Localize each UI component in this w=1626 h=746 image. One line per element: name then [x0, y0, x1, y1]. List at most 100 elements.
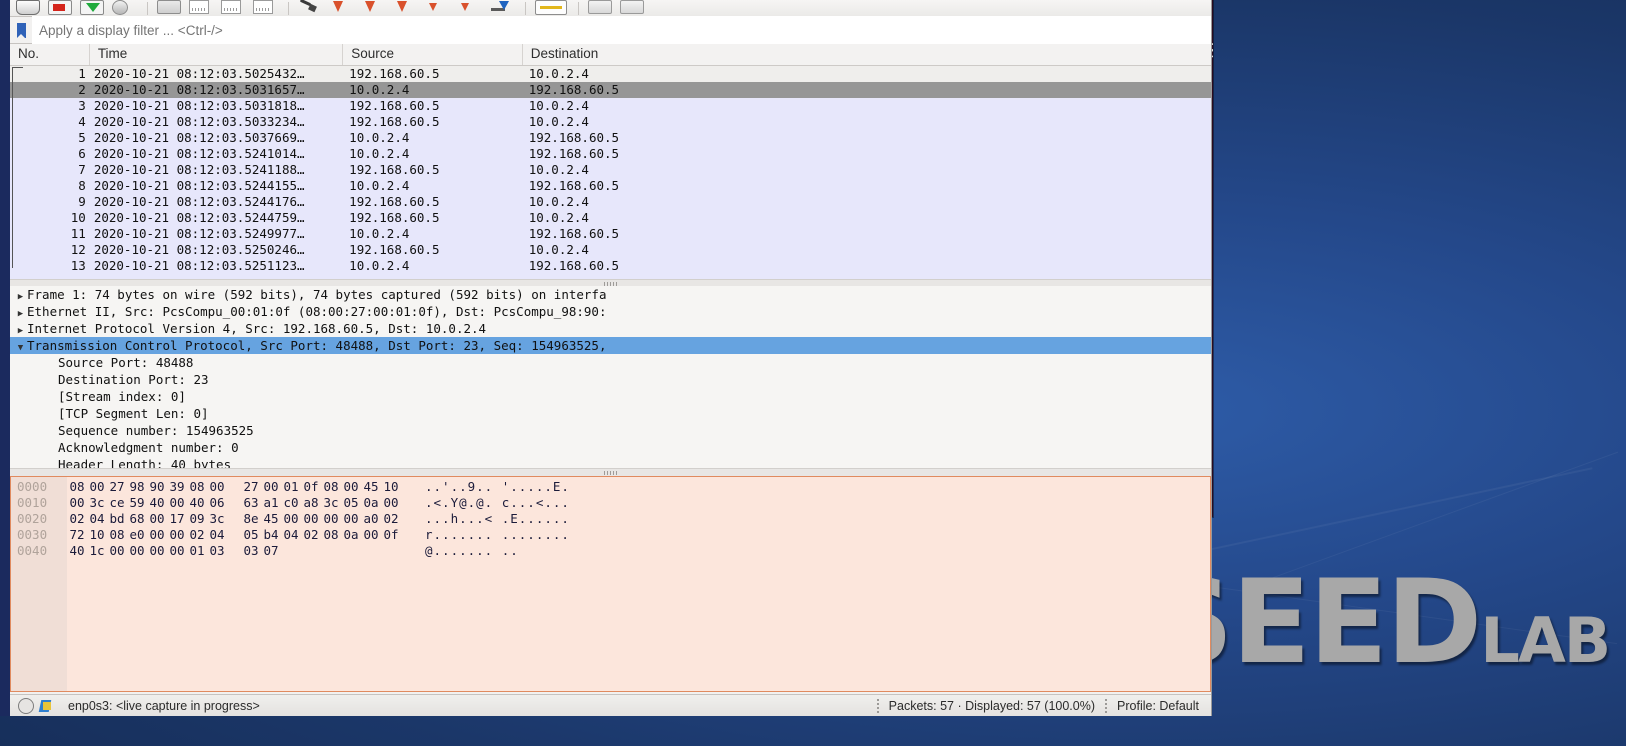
toolbar-separator	[288, 2, 289, 15]
packet-details-pane[interactable]: ▶ Frame 1: 74 bytes on wire (592 bits), 7…	[10, 286, 1211, 472]
expert-info-icon[interactable]	[18, 697, 34, 714]
packet-list-pane[interactable]: No. Time Source Destination 1 2020-10-21 …	[10, 44, 1211, 279]
stop-capture-icon[interactable]	[48, 0, 74, 15]
display-filter-input[interactable]	[32, 16, 1211, 44]
packet-detail-row[interactable]: Sequence number: 154963525	[10, 422, 1211, 439]
go-last-packet-icon[interactable]	[458, 0, 484, 15]
hex-byte: 01	[189, 543, 205, 558]
hex-byte: 08	[323, 527, 339, 542]
hex-byte: 00	[343, 479, 359, 494]
packet-row[interactable]: 8 2020-10-21 08:12:03.5244155… 10.0.2.4 192…	[10, 178, 1211, 194]
zoom-in-icon[interactable]	[588, 0, 614, 15]
hex-byte: 02	[383, 511, 399, 526]
colorize-icon[interactable]	[535, 0, 569, 15]
packet-no: 4	[78, 114, 86, 129]
status-separator	[1105, 698, 1108, 713]
wireshark-window[interactable]: No. Time Source Destination 1 2020-10-21 …	[0, 0, 1212, 716]
packet-row[interactable]: 4 2020-10-21 08:12:03.5033234… 192.168.60.…	[10, 114, 1211, 130]
packet-time: 2020-10-21 08:12:03.5250246…	[93, 242, 305, 257]
packet-row[interactable]: 3 2020-10-21 08:12:03.5031818… 192.168.60.…	[10, 98, 1211, 114]
hex-rows[interactable]: 0000 08 00 27 98 90 39 08 00 27 00 01 0f 08 00 45 10 ..'.…	[11, 477, 1210, 559]
packet-row[interactable]: 6 2020-10-21 08:12:03.5241014… 10.0.2.4 192…	[10, 146, 1211, 162]
detail-text: Destination Port: 23	[58, 372, 209, 387]
packet-list-header[interactable]: No. Time Source Destination	[10, 44, 1211, 66]
hex-row[interactable]: 0020 02 04 bd 68 00 17 09 3c 8e 45 00 00 00 00 a0 02 ...h…	[11, 511, 1210, 527]
status-separator	[876, 698, 879, 713]
packet-detail-row[interactable]: Destination Port: 23	[10, 371, 1211, 388]
find-packet-icon[interactable]	[298, 0, 324, 15]
restart-capture-icon[interactable]	[80, 0, 106, 15]
packet-destination: 10.0.2.4	[528, 210, 589, 225]
reload-file-icon[interactable]	[253, 0, 279, 15]
packet-detail-row[interactable]: Source Port: 48488	[10, 354, 1211, 371]
save-file-icon[interactable]	[189, 0, 215, 15]
packet-detail-row[interactable]: [Stream index: 0]	[10, 388, 1211, 405]
hex-byte: 8e	[243, 511, 259, 526]
packet-row[interactable]: 11 2020-10-21 08:12:03.5249977… 10.0.2.4 19…	[10, 226, 1211, 242]
packet-counts: Packets: 57 · Displayed: 57 (100.0%)	[888, 698, 1096, 713]
packet-detail-row[interactable]: ▶ Ethernet II, Src: PcsCompu_00:01:0f (08…	[10, 303, 1211, 320]
go-first-packet-icon[interactable]	[426, 0, 452, 15]
packet-no: 9	[78, 194, 86, 209]
hex-byte: 04	[209, 527, 225, 542]
hex-row[interactable]: 0000 08 00 27 98 90 39 08 00 27 00 01 0f 08 00 45 10 ..'.…	[11, 479, 1210, 495]
capture-file-properties-icon[interactable]	[40, 699, 54, 713]
column-header-no[interactable]: No.	[10, 44, 90, 65]
close-file-icon[interactable]	[221, 0, 247, 15]
packet-source: 192.168.60.5	[349, 114, 440, 129]
packet-row[interactable]: 13 2020-10-21 08:12:03.5251123… 10.0.2.4 19…	[10, 258, 1211, 274]
detail-text: Internet Protocol Version 4, Src: 192.16…	[27, 321, 487, 336]
packet-row[interactable]: 12 2020-10-21 08:12:03.5250246… 192.168.60…	[10, 242, 1211, 258]
hex-row[interactable]: 0030 72 10 08 e0 00 00 02 04 05 b4 04 02 08 0a 00 0f r...…	[11, 527, 1210, 543]
column-header-destination[interactable]: Destination	[523, 44, 1211, 65]
column-header-time[interactable]: Time	[90, 44, 344, 65]
packet-time: 2020-10-21 08:12:03.5244759…	[93, 210, 305, 225]
packet-time: 2020-10-21 08:12:03.5025432…	[93, 66, 305, 81]
detail-text: Acknowledgment number: 0	[58, 440, 239, 455]
packet-detail-row[interactable]: [TCP Segment Len: 0]	[10, 405, 1211, 422]
packet-detail-row[interactable]: ▼ Transmission Control Protocol, Src Port…	[10, 337, 1211, 354]
packet-row[interactable]: 10 2020-10-21 08:12:03.5244759… 192.168.60…	[10, 210, 1211, 226]
hex-byte: 00	[89, 479, 105, 494]
autoscroll-icon[interactable]	[490, 0, 516, 15]
hex-row[interactable]: 0040 40 1c 00 00 00 00 01 03 03 07 @....... ..	[11, 543, 1210, 559]
packet-destination: 10.0.2.4	[528, 162, 589, 177]
hex-byte: 00	[69, 495, 85, 510]
hex-byte: 17	[169, 511, 185, 526]
start-capture-icon[interactable]	[16, 0, 42, 15]
packet-bytes-pane[interactable]: 0000 08 00 27 98 90 39 08 00 27 00 01 0f 08 00 45 10 ..'.…	[10, 476, 1211, 692]
packet-no: 13	[70, 258, 86, 273]
packet-row[interactable]: 5 2020-10-21 08:12:03.5037669… 10.0.2.4 192…	[10, 130, 1211, 146]
hex-byte: 07	[263, 543, 279, 558]
zoom-out-icon[interactable]	[620, 0, 646, 15]
packet-row[interactable]: 9 2020-10-21 08:12:03.5244176… 192.168.60.…	[10, 194, 1211, 210]
detail-text: Sequence number: 154963525	[58, 423, 254, 438]
column-header-source[interactable]: Source	[343, 44, 523, 65]
packet-source: 10.0.2.4	[349, 82, 410, 97]
packet-row[interactable]: 7 2020-10-21 08:12:03.5241188… 192.168.60.…	[10, 162, 1211, 178]
packet-source: 192.168.60.5	[349, 210, 440, 225]
detail-text: Transmission Control Protocol, Src Port:…	[27, 338, 607, 353]
capture-options-icon[interactable]	[112, 0, 138, 15]
packet-row[interactable]: 2 2020-10-21 08:12:03.5031657… 10.0.2.4 192…	[10, 82, 1211, 98]
packet-detail-row[interactable]: ▶ Frame 1: 74 bytes on wire (592 bits), 7…	[10, 286, 1211, 303]
hex-byte: 00	[283, 511, 299, 526]
packet-row[interactable]: 1 2020-10-21 08:12:03.5025432… 192.168.60.…	[10, 66, 1211, 82]
packet-list-rows[interactable]: 1 2020-10-21 08:12:03.5025432… 192.168.60.…	[10, 66, 1211, 274]
packet-detail-row[interactable]: ▶ Internet Protocol Version 4, Src: 192.1…	[10, 320, 1211, 337]
packet-no: 11	[70, 226, 86, 241]
wireshark-toolbar[interactable]	[10, 0, 1211, 17]
go-forward-icon[interactable]	[362, 0, 388, 15]
packet-no: 7	[78, 162, 86, 177]
go-to-packet-icon[interactable]	[394, 0, 420, 15]
display-filter-bar[interactable]	[10, 16, 1211, 44]
go-back-icon[interactable]	[330, 0, 356, 15]
packet-detail-row[interactable]: Acknowledgment number: 0	[10, 439, 1211, 456]
hex-byte: 02	[69, 511, 85, 526]
profile-label[interactable]: Profile: Default	[1117, 699, 1199, 713]
hex-byte: bd	[109, 511, 125, 526]
bookmark-icon[interactable]	[10, 17, 32, 43]
hex-row[interactable]: 0010 00 3c ce 59 40 00 40 06 63 a1 c0 a8 3c 05 0a 00 .<.Y…	[11, 495, 1210, 511]
open-file-icon[interactable]	[157, 0, 183, 15]
packet-time: 2020-10-21 08:12:03.5037669…	[93, 130, 305, 145]
